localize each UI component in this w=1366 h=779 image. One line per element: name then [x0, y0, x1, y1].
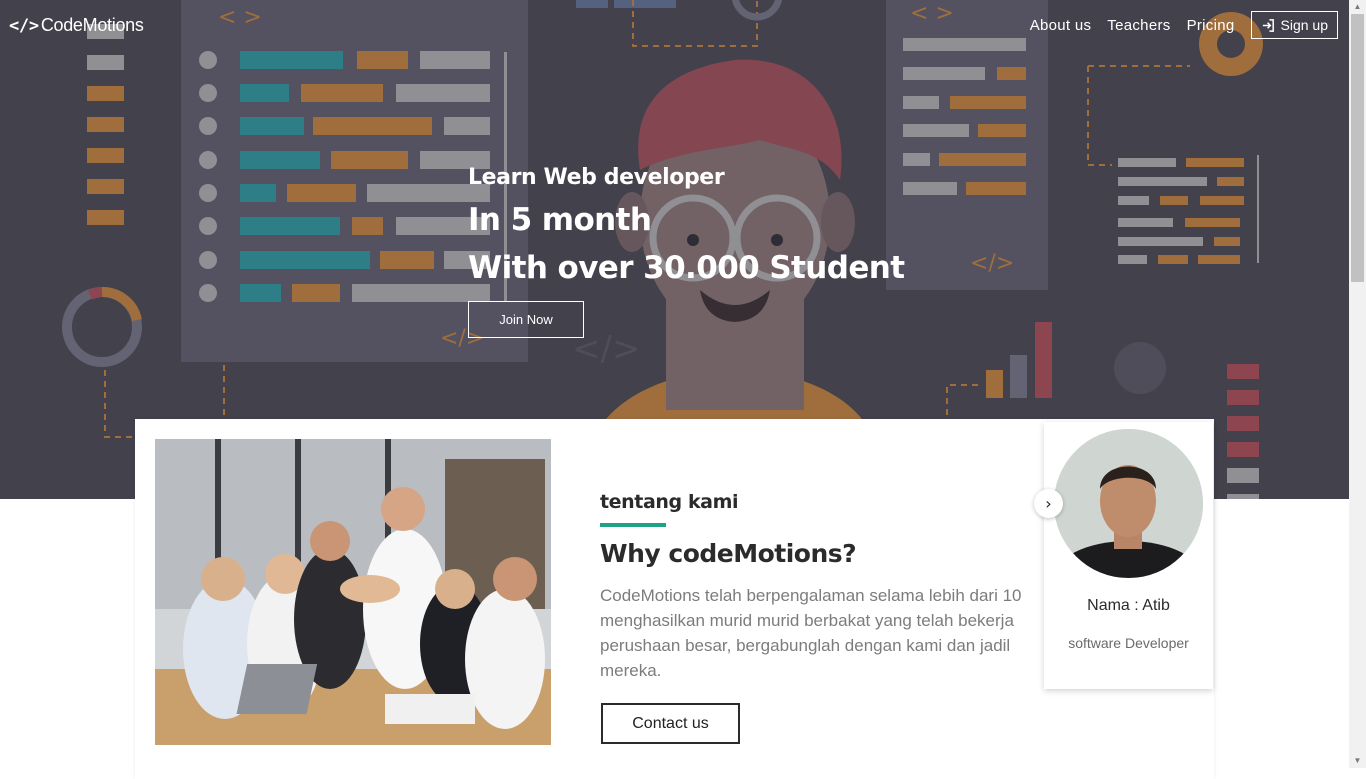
scroll-up-icon[interactable]: ▲ [1349, 0, 1366, 14]
teacher-card: Nama : Atib software Developer [1044, 422, 1213, 689]
about-description: CodeMotions telah berpengalaman selama l… [600, 586, 1022, 680]
join-now-button[interactable]: Join Now [468, 301, 584, 338]
nav-link-teachers[interactable]: Teachers [1107, 17, 1170, 34]
teacher-name: Nama : Atib [1087, 597, 1170, 614]
scroll-down-icon[interactable]: ▼ [1349, 754, 1366, 768]
nav-link-about-us[interactable]: About us [1030, 17, 1092, 34]
logo-text: CodeMotions [40, 15, 144, 35]
sign-up-label: Sign up [1280, 17, 1328, 33]
vertical-scrollbar[interactable]: ▲ ▼ [1349, 0, 1366, 768]
about-section-label: tentang kami [600, 491, 739, 513]
accent-divider [600, 523, 666, 527]
nav-link-pricing[interactable]: Pricing [1187, 17, 1235, 34]
scrollbar-thumb[interactable] [1351, 14, 1364, 282]
main-nav: About us Teachers Pricing Sign up [1030, 11, 1338, 39]
teacher-role: software Developer [1068, 635, 1189, 651]
hero-heading: Learn Web developer In 5 month With over… [468, 160, 905, 292]
hero-title-line-2: With over 30.000 Student [468, 250, 905, 286]
sign-in-icon [1262, 18, 1274, 32]
chevron-right-icon[interactable]: › [1034, 489, 1063, 518]
hero-subtitle: Learn Web developer [468, 165, 725, 190]
contact-us-button[interactable]: Contact us [601, 703, 740, 744]
logo[interactable]: </> CodeMotions [9, 15, 144, 36]
sign-up-button[interactable]: Sign up [1250, 11, 1338, 39]
teacher-photo [1054, 429, 1203, 578]
teacher-avatar [1054, 429, 1203, 578]
team-high-five-image [155, 439, 551, 745]
about-title: Why codeMotions? [600, 539, 857, 568]
logo-code-icon: </> [9, 15, 39, 36]
hero-title-line-1: In 5 month [468, 202, 652, 238]
team-photo [155, 439, 551, 745]
